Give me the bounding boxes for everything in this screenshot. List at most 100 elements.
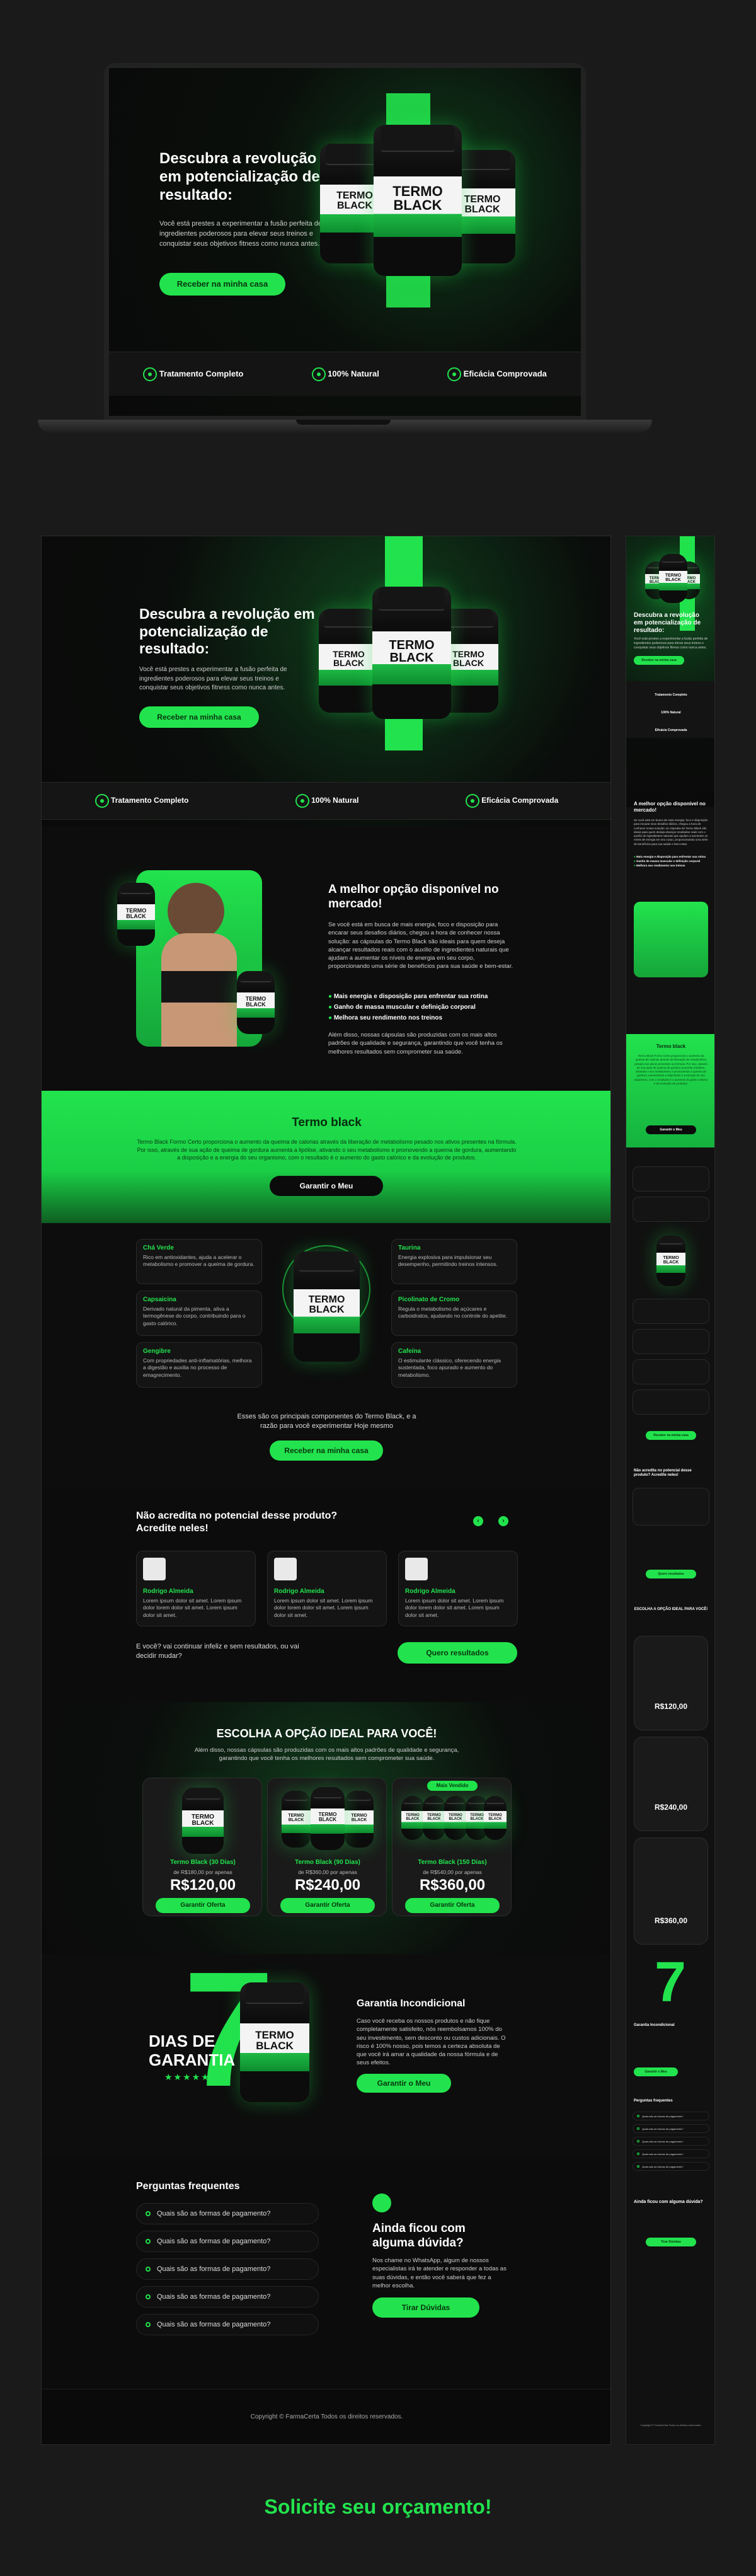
guarantee-text: Caso você receba os nossos produtos e nã… — [357, 2018, 506, 2067]
results-cta-button[interactable]: Quero resultados — [646, 1570, 696, 1578]
ingredient-card — [633, 1299, 709, 1324]
faq-item[interactable]: Quais são as formas de pagamento? — [136, 2314, 319, 2335]
bullet-item: ● Melhora seu rendimento nos treinos — [634, 864, 685, 868]
bullet-icon — [146, 2294, 151, 2299]
prev-arrow-icon[interactable]: ‹ — [473, 1516, 483, 1526]
faq-item[interactable]: Quais são as formas de pagamento? — [633, 2149, 709, 2158]
laptop-screen: Descubra a revolução em potencialização … — [109, 68, 581, 416]
ingredient-card — [633, 1197, 709, 1222]
product-jar: TERMO BLACK — [237, 971, 275, 1034]
product-jar: TERMO BLACK — [311, 1787, 345, 1850]
offer-card — [634, 1636, 708, 1730]
faq-item[interactable]: Quais são as formas de pagamento? — [633, 2124, 709, 2133]
offers-subtitle: Além disso, nossas cápsulas são produzid… — [194, 1747, 459, 1762]
avatar — [143, 1558, 166, 1580]
guarantee-number: 7 — [655, 1951, 687, 2014]
contact-text: Nos chame no WhatsApp, algum de nossos e… — [372, 2257, 507, 2289]
product-jar: TERMO BLACK — [484, 1796, 507, 1840]
faq-item[interactable]: Quais são as formas de pagamento? — [136, 2286, 319, 2308]
guarantee-cta-button[interactable]: Garantir o Meu — [634, 2067, 678, 2076]
bullet-item: ● Ganho de massa muscular e definição co… — [328, 1004, 476, 1011]
next-arrow-icon[interactable]: › — [498, 1516, 508, 1526]
bullet-icon — [637, 2127, 639, 2130]
product-jar: TERMO BLACK — [423, 1796, 445, 1840]
feature-item: 100% Natural — [295, 794, 359, 808]
testimonial-card — [633, 1488, 709, 1526]
bullet-icon — [146, 2322, 151, 2327]
offer-cta-button[interactable]: Garantir Oferta — [156, 1898, 250, 1913]
ingredients-cta-button[interactable]: Receber na minha casa — [646, 1431, 696, 1440]
contact-cta-button[interactable]: Tirar Dúvidas — [646, 2238, 696, 2246]
whatsapp-icon — [372, 2194, 391, 2212]
best-seller-badge: Mais Vendido — [427, 1781, 478, 1791]
bullet-icon — [637, 2115, 639, 2117]
offer-card — [634, 1737, 708, 1831]
guarantee-line1: DIAS DE — [149, 2032, 215, 2050]
product-jar-main: TERMO BLACK — [240, 1982, 309, 2102]
ingredient-card: Cafeína O estimulante clássico, oferecen… — [391, 1342, 517, 1388]
bullet-item: ● Mais energia e disposição para enfrent… — [634, 855, 706, 858]
desktop-page: Descubra a revolução em potencialização … — [41, 536, 611, 2445]
bullet-icon — [637, 2165, 639, 2168]
offer-price: R$240,00 — [654, 1803, 688, 1812]
footer-copyright: Copyright © FarmaCerta Todos os direitos… — [640, 2424, 702, 2427]
ingredient-card — [633, 1329, 709, 1354]
faq-item[interactable]: Quais são as formas de pagamento? — [633, 2112, 709, 2120]
check-icon — [94, 794, 109, 808]
termo-title: Termo black — [656, 1044, 686, 1049]
faq-list: Quais são as formas de pagamento? Quais … — [633, 2112, 709, 2171]
offer-cta-button[interactable]: Garantir Oferta — [280, 1898, 375, 1913]
faq-item[interactable]: Quais são as formas de pagamento? — [633, 2137, 709, 2146]
hero-title: Descubra a revolução em potencialização … — [139, 606, 315, 657]
ingredients-cta-button[interactable]: Receber na minha casa — [270, 1440, 383, 1461]
guarantee-title: Garantia Incondicional — [634, 2023, 675, 2027]
footer-copyright: Copyright © FarmaCerta Todos os direitos… — [250, 2413, 403, 2420]
offers-title: ESCOLHA A OPÇÃO IDEAL PARA VOCÊ! — [634, 1607, 708, 1611]
offer-cta-button[interactable]: Garantir Oferta — [405, 1898, 500, 1913]
testimonial-card: Rodrigo Almeida Lorem ipsum dolor sit am… — [136, 1551, 256, 1626]
testimonial-card: Rodrigo Almeida Lorem ipsum dolor sit am… — [398, 1551, 518, 1626]
feature-item: Eficácia Comprovada — [447, 367, 547, 381]
faq-item[interactable]: Quais são as formas de pagamento? — [633, 2162, 709, 2171]
offer-card — [634, 1837, 708, 1945]
shield-icon — [465, 794, 479, 808]
bullet-icon — [146, 2211, 151, 2216]
check-icon — [143, 367, 158, 381]
faq-item[interactable]: Quais são as formas de pagamento? — [136, 2231, 319, 2252]
hero-cta-button[interactable]: Receber na minha casa — [159, 273, 285, 296]
testimonials-title: Não acredita no potencial desse produto?… — [634, 1469, 692, 1478]
leaf-icon — [295, 794, 309, 808]
guarantee-cta-button[interactable]: Garantir o Meu — [357, 2074, 451, 2093]
bullet-item: ● Melhora seu rendimento nos treinos — [328, 1015, 443, 1021]
available-bullets: ● Mais energia e disposição para enfrent… — [328, 991, 517, 1023]
shield-icon — [447, 367, 462, 381]
quote-banner[interactable]: Solicite seu orçamento! — [0, 2495, 756, 2519]
termo-cta-button[interactable]: Garantir o Meu — [646, 1125, 696, 1134]
hero-cta-button[interactable]: Receber na minha casa — [139, 706, 259, 728]
hero-cta-button[interactable]: Receber na minha casa — [634, 656, 684, 665]
offer-card: TERMO BLACK Termo Black (30 Dias) de R$1… — [142, 1778, 262, 1916]
offer-price: R$120,00 — [654, 1702, 688, 1711]
termo-cta-button[interactable]: Garantir o Meu — [270, 1176, 383, 1196]
footer: Copyright © FarmaCerta Todos os direitos… — [42, 2389, 610, 2444]
product-jar-main: TERMO BLACK — [659, 554, 687, 603]
feature-bar: Tratamento Completo 100% Natural Eficáci… — [42, 782, 610, 820]
ingredient-card: Picolinato de Cromo Regula o metabolismo… — [391, 1291, 517, 1336]
faq-title: Perguntas frequentes — [634, 2099, 673, 2103]
results-cta-button[interactable]: Quero resultados — [398, 1642, 517, 1664]
available-text: Se você está em busca de mais energia, f… — [634, 819, 708, 846]
bullet-icon — [146, 2239, 151, 2244]
contact-cta-button[interactable]: Tirar Dúvidas — [372, 2297, 479, 2318]
testimonials-title: Não acredita no potencial desse produto?… — [136, 1510, 338, 1534]
offer-price: R$240,00 — [294, 1877, 361, 1894]
available-title: A melhor opção disponível no mercado! — [634, 801, 706, 813]
ingredient-card — [633, 1166, 709, 1192]
testimonial-card: Rodrigo Almeida Lorem ipsum dolor sit am… — [267, 1551, 387, 1626]
faq-title: Perguntas frequentes — [136, 2181, 240, 2192]
laptop-mockup: Descubra a revolução em potencialização … — [38, 63, 652, 441]
faq-item[interactable]: Quais são as formas de pagamento? — [136, 2203, 319, 2224]
available-text-2: Além disso, nossas cápsulas são produzid… — [328, 1032, 503, 1055]
faq-item[interactable]: Quais são as formas de pagamento? — [136, 2258, 319, 2280]
feature-item: Tratamento Completo — [94, 794, 188, 808]
avatar — [405, 1558, 428, 1580]
